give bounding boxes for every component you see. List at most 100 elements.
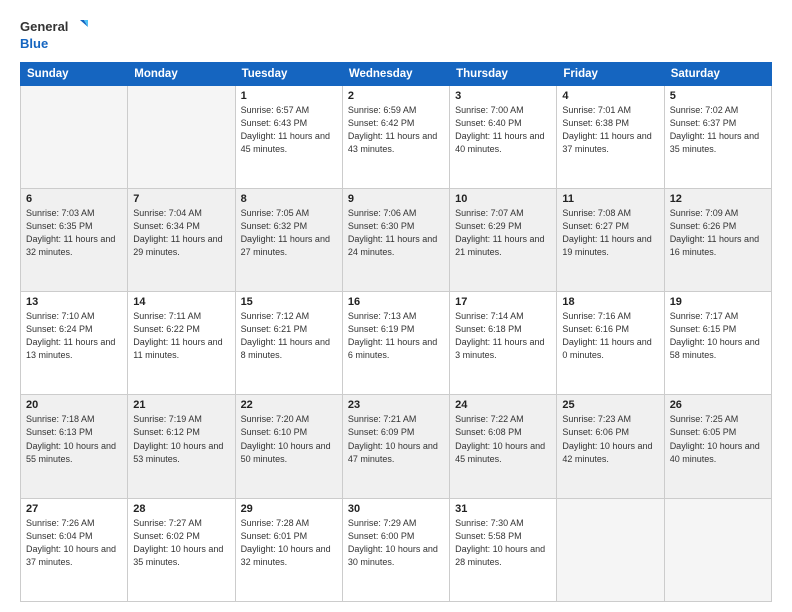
day-number: 26	[670, 399, 766, 411]
weekday-header-friday: Friday	[557, 62, 664, 85]
day-detail: Sunrise: 7:10 AMSunset: 6:24 PMDaylight:…	[26, 310, 122, 362]
calendar-cell: 31Sunrise: 7:30 AMSunset: 5:58 PMDayligh…	[450, 498, 557, 601]
day-number: 9	[348, 193, 444, 205]
calendar-week-2: 6 Sunrise: 7:03 AMSunset: 6:35 PMDaylight…	[21, 188, 772, 291]
day-detail: Sunrise: 7:04 AMSunset: 6:34 PMDaylight:…	[133, 207, 229, 259]
calendar-cell: 15Sunrise: 7:12 AMSunset: 6:21 PMDayligh…	[235, 292, 342, 395]
calendar-cell: 13 Sunrise: 7:10 AMSunset: 6:24 PMDayligh…	[21, 292, 128, 395]
day-detail: Sunrise: 7:03 AMSunset: 6:35 PMDaylight:…	[26, 207, 122, 259]
calendar-cell: 21 Sunrise: 7:19 AMSunset: 6:12 PMDayligh…	[128, 395, 235, 498]
day-number: 5	[670, 90, 766, 102]
calendar-cell: 10 Sunrise: 7:07 AMSunset: 6:29 PMDayligh…	[450, 188, 557, 291]
calendar-week-3: 13 Sunrise: 7:10 AMSunset: 6:24 PMDayligh…	[21, 292, 772, 395]
day-detail: Sunrise: 7:05 AMSunset: 6:32 PMDaylight:…	[241, 207, 337, 259]
day-number: 27	[26, 503, 122, 515]
calendar-cell: 23Sunrise: 7:21 AMSunset: 6:09 PMDayligh…	[342, 395, 449, 498]
day-number: 19	[670, 296, 766, 308]
calendar-cell: 18 Sunrise: 7:16 AMSunset: 6:16 PMDayligh…	[557, 292, 664, 395]
calendar-cell: 22Sunrise: 7:20 AMSunset: 6:10 PMDayligh…	[235, 395, 342, 498]
logo-bird-icon	[70, 18, 88, 36]
calendar-table: SundayMondayTuesdayWednesdayThursdayFrid…	[20, 62, 772, 602]
day-detail: Sunrise: 7:12 AMSunset: 6:21 PMDaylight:…	[241, 310, 337, 362]
calendar-cell: 11 Sunrise: 7:08 AMSunset: 6:27 PMDayligh…	[557, 188, 664, 291]
day-number: 17	[455, 296, 551, 308]
weekday-header-row: SundayMondayTuesdayWednesdayThursdayFrid…	[21, 62, 772, 85]
day-detail: Sunrise: 7:11 AMSunset: 6:22 PMDaylight:…	[133, 310, 229, 362]
calendar-cell: 27 Sunrise: 7:26 AMSunset: 6:04 PMDayligh…	[21, 498, 128, 601]
day-number: 4	[562, 90, 658, 102]
calendar-cell: 29 Sunrise: 7:28 AMSunset: 6:01 PMDayligh…	[235, 498, 342, 601]
calendar-cell: 3Sunrise: 7:00 AMSunset: 6:40 PMDaylight…	[450, 85, 557, 188]
calendar-week-1: 1Sunrise: 6:57 AMSunset: 6:43 PMDaylight…	[21, 85, 772, 188]
calendar-cell: 8Sunrise: 7:05 AMSunset: 6:32 PMDaylight…	[235, 188, 342, 291]
header: General Blue	[20, 18, 772, 52]
day-number: 11	[562, 193, 658, 205]
day-number: 30	[348, 503, 444, 515]
day-detail: Sunrise: 7:22 AMSunset: 6:08 PMDaylight:…	[455, 413, 551, 465]
logo-general: General	[20, 19, 68, 35]
weekday-header-saturday: Saturday	[664, 62, 771, 85]
day-detail: Sunrise: 7:25 AMSunset: 6:05 PMDaylight:…	[670, 413, 766, 465]
calendar-cell: 28Sunrise: 7:27 AMSunset: 6:02 PMDayligh…	[128, 498, 235, 601]
day-detail: Sunrise: 7:07 AMSunset: 6:29 PMDaylight:…	[455, 207, 551, 259]
day-detail: Sunrise: 7:16 AMSunset: 6:16 PMDaylight:…	[562, 310, 658, 362]
calendar-cell: 25Sunrise: 7:23 AMSunset: 6:06 PMDayligh…	[557, 395, 664, 498]
day-detail: Sunrise: 7:27 AMSunset: 6:02 PMDaylight:…	[133, 517, 229, 569]
day-number: 25	[562, 399, 658, 411]
weekday-header-sunday: Sunday	[21, 62, 128, 85]
calendar-cell	[21, 85, 128, 188]
day-number: 18	[562, 296, 658, 308]
day-number: 2	[348, 90, 444, 102]
calendar-cell: 2 Sunrise: 6:59 AMSunset: 6:42 PMDaylight…	[342, 85, 449, 188]
day-detail: Sunrise: 7:14 AMSunset: 6:18 PMDaylight:…	[455, 310, 551, 362]
calendar-cell: 9 Sunrise: 7:06 AMSunset: 6:30 PMDaylight…	[342, 188, 449, 291]
calendar-cell: 4 Sunrise: 7:01 AMSunset: 6:38 PMDaylight…	[557, 85, 664, 188]
calendar-cell	[557, 498, 664, 601]
day-detail: Sunrise: 7:21 AMSunset: 6:09 PMDaylight:…	[348, 413, 444, 465]
day-detail: Sunrise: 7:19 AMSunset: 6:12 PMDaylight:…	[133, 413, 229, 465]
weekday-header-thursday: Thursday	[450, 62, 557, 85]
day-number: 29	[241, 503, 337, 515]
day-detail: Sunrise: 7:28 AMSunset: 6:01 PMDaylight:…	[241, 517, 337, 569]
calendar-cell: 17 Sunrise: 7:14 AMSunset: 6:18 PMDayligh…	[450, 292, 557, 395]
day-detail: Sunrise: 7:29 AMSunset: 6:00 PMDaylight:…	[348, 517, 444, 569]
day-number: 13	[26, 296, 122, 308]
day-number: 6	[26, 193, 122, 205]
logo-blue: Blue	[20, 36, 48, 52]
calendar-cell: 26 Sunrise: 7:25 AMSunset: 6:05 PMDayligh…	[664, 395, 771, 498]
day-number: 24	[455, 399, 551, 411]
day-detail: Sunrise: 7:18 AMSunset: 6:13 PMDaylight:…	[26, 413, 122, 465]
day-number: 7	[133, 193, 229, 205]
day-detail: Sunrise: 7:01 AMSunset: 6:38 PMDaylight:…	[562, 104, 658, 156]
calendar-cell: 12 Sunrise: 7:09 AMSunset: 6:26 PMDayligh…	[664, 188, 771, 291]
day-detail: Sunrise: 7:26 AMSunset: 6:04 PMDaylight:…	[26, 517, 122, 569]
weekday-header-wednesday: Wednesday	[342, 62, 449, 85]
day-number: 31	[455, 503, 551, 515]
day-detail: Sunrise: 7:13 AMSunset: 6:19 PMDaylight:…	[348, 310, 444, 362]
calendar-cell: 6 Sunrise: 7:03 AMSunset: 6:35 PMDaylight…	[21, 188, 128, 291]
calendar-cell: 1Sunrise: 6:57 AMSunset: 6:43 PMDaylight…	[235, 85, 342, 188]
calendar-cell: 14 Sunrise: 7:11 AMSunset: 6:22 PMDayligh…	[128, 292, 235, 395]
day-number: 3	[455, 90, 551, 102]
day-number: 20	[26, 399, 122, 411]
calendar-cell: 24 Sunrise: 7:22 AMSunset: 6:08 PMDayligh…	[450, 395, 557, 498]
weekday-header-monday: Monday	[128, 62, 235, 85]
day-number: 14	[133, 296, 229, 308]
day-number: 12	[670, 193, 766, 205]
day-detail: Sunrise: 6:59 AMSunset: 6:42 PMDaylight:…	[348, 104, 444, 156]
day-number: 1	[241, 90, 337, 102]
calendar-cell	[128, 85, 235, 188]
day-detail: Sunrise: 7:08 AMSunset: 6:27 PMDaylight:…	[562, 207, 658, 259]
day-detail: Sunrise: 7:02 AMSunset: 6:37 PMDaylight:…	[670, 104, 766, 156]
day-number: 10	[455, 193, 551, 205]
day-detail: Sunrise: 7:17 AMSunset: 6:15 PMDaylight:…	[670, 310, 766, 362]
calendar-cell: 5 Sunrise: 7:02 AMSunset: 6:37 PMDaylight…	[664, 85, 771, 188]
day-number: 16	[348, 296, 444, 308]
logo-container: General Blue	[20, 18, 88, 52]
calendar-cell: 7 Sunrise: 7:04 AMSunset: 6:34 PMDaylight…	[128, 188, 235, 291]
day-detail: Sunrise: 7:20 AMSunset: 6:10 PMDaylight:…	[241, 413, 337, 465]
calendar-cell: 16 Sunrise: 7:13 AMSunset: 6:19 PMDayligh…	[342, 292, 449, 395]
day-detail: Sunrise: 7:09 AMSunset: 6:26 PMDaylight:…	[670, 207, 766, 259]
day-detail: Sunrise: 7:06 AMSunset: 6:30 PMDaylight:…	[348, 207, 444, 259]
day-number: 21	[133, 399, 229, 411]
